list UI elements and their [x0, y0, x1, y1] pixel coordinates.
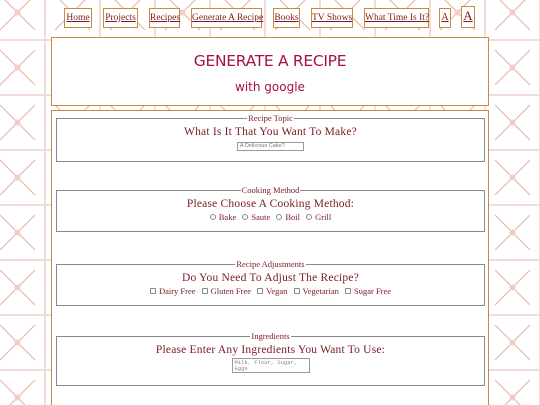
recipe-adjustments-section: Recipe Adjustments Do You Need To Adjust… — [56, 260, 485, 306]
recipe-topic-section: Recipe Topic What Is It That You Want To… — [56, 114, 485, 162]
radio-icon[interactable] — [242, 214, 249, 220]
method-option-label: Grill — [315, 212, 332, 222]
adjust-option-label: Vegan — [266, 286, 288, 296]
method-option-label: Boil — [285, 212, 301, 222]
recipe-topic-question: What Is It That You Want To Make? — [184, 126, 357, 138]
cooking-method-legend: Cooking Method — [241, 185, 300, 195]
page-subtitle: with google — [235, 80, 305, 94]
method-option-saute[interactable]: Saute — [242, 212, 270, 222]
font-decrease-button[interactable]: A — [439, 8, 451, 28]
nav-projects-link[interactable]: Projects — [103, 8, 138, 28]
adjust-option-label: Gluten Free — [210, 286, 252, 296]
ingredients-legend: Ingredients — [251, 331, 290, 341]
recipe-adjustments-legend: Recipe Adjustments — [236, 259, 305, 269]
adjust-option-vegetarian[interactable]: Vegetarian — [293, 286, 339, 296]
recipe-topic-legend: Recipe Topic — [248, 113, 293, 123]
ingredients-section: Ingredients Please Enter Any Ingredients… — [56, 332, 485, 386]
checkbox-icon[interactable] — [257, 288, 264, 294]
adjust-option-vegan[interactable]: Vegan — [257, 286, 287, 296]
nav-books-link[interactable]: Books — [273, 8, 300, 28]
font-increase-button[interactable]: A — [461, 6, 475, 28]
nav-home-link[interactable]: Home — [64, 8, 92, 28]
adjust-option-label: Dairy Free — [158, 286, 196, 296]
method-option-bake[interactable]: Bake — [209, 212, 237, 222]
adjust-option-label: Vegetarian — [302, 286, 339, 296]
method-option-label: Bake — [218, 212, 237, 222]
recipe-adjustments-options: Dairy Free Gluten Free Vegan Vegetarian … — [57, 286, 484, 296]
radio-icon[interactable] — [276, 214, 283, 220]
checkbox-icon[interactable] — [201, 288, 208, 294]
method-option-boil[interactable]: Boil — [276, 212, 300, 222]
adjust-option-label: Sugar Free — [354, 286, 392, 296]
checkbox-icon[interactable] — [345, 288, 351, 294]
nav-what-time-link[interactable]: What Time Is It? — [364, 8, 429, 28]
nav-generate-recipe-link[interactable]: Generate A Recipe — [191, 8, 263, 28]
cooking-method-question: Please Choose A Cooking Method: — [186, 198, 355, 210]
nav-recipes-link[interactable]: Recipes — [149, 8, 180, 28]
recipe-adjustments-question: Do You Need To Adjust The Recipe? — [182, 272, 359, 284]
adjust-option-sugar-free[interactable]: Sugar Free — [345, 286, 391, 296]
page-header: GENERATE A RECIPE with google — [51, 37, 489, 106]
radio-icon[interactable] — [306, 214, 313, 220]
checkbox-icon[interactable] — [149, 288, 156, 294]
adjust-option-dairy-free[interactable]: Dairy Free — [149, 286, 196, 296]
cooking-method-options: Bake Saute Boil Grill — [57, 212, 484, 222]
nav-tv-shows-link[interactable]: TV Shows — [311, 8, 353, 28]
adjust-option-gluten-free[interactable]: Gluten Free — [201, 286, 252, 296]
checkbox-icon[interactable] — [293, 288, 300, 294]
ingredients-textarea[interactable]: Milk, Flour, Sugar, Eggs — [231, 358, 310, 373]
method-option-grill[interactable]: Grill — [306, 212, 331, 222]
radio-icon[interactable] — [209, 214, 216, 220]
page-title: GENERATE A RECIPE — [193, 52, 347, 70]
method-option-label: Saute — [251, 212, 271, 222]
recipe-topic-input[interactable]: A Delicious Cake? — [237, 142, 304, 151]
ingredients-question: Please Enter Any Ingredients You Want To… — [155, 344, 386, 356]
recipe-form: Recipe Topic What Is It That You Want To… — [51, 110, 489, 405]
cooking-method-section: Cooking Method Please Choose A Cooking M… — [56, 186, 485, 232]
